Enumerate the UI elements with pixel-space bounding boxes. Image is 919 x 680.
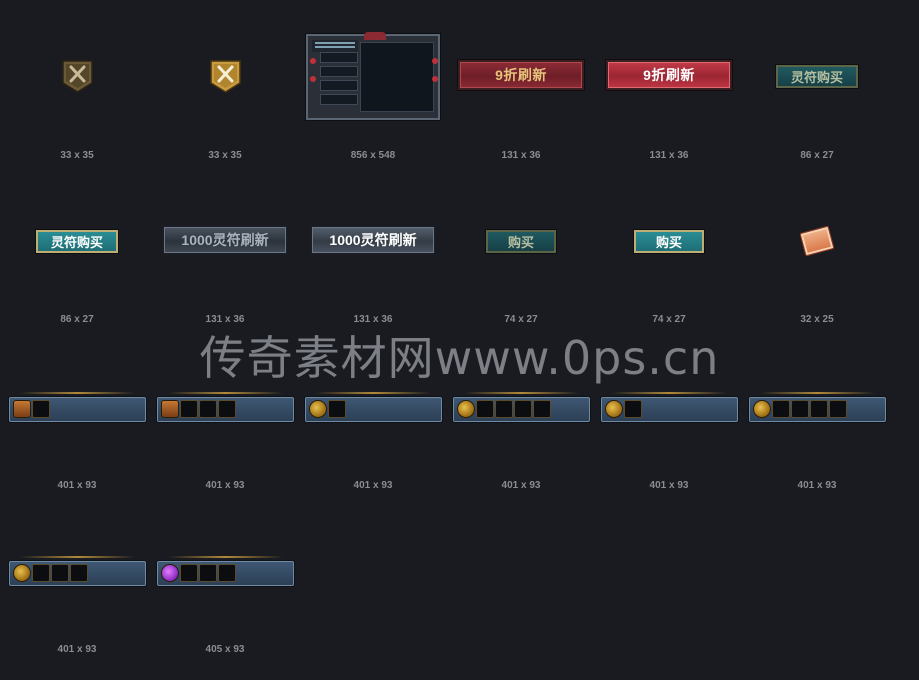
watermark: 传奇素材网www.0ps.cn xyxy=(199,331,720,385)
close-icon[interactable] xyxy=(209,59,242,94)
orb-icon xyxy=(12,400,31,418)
item-slot[interactable] xyxy=(217,564,236,582)
item-slot[interactable] xyxy=(217,400,236,418)
asset-dimensions: 401 x 93 xyxy=(353,480,393,491)
asset-dimensions: 405 x 93 xyxy=(205,644,245,655)
refresh-1000-hover-button[interactable]: 1000灵符刷新 xyxy=(310,225,436,255)
panel-header xyxy=(312,40,358,52)
slot-bar xyxy=(600,391,738,422)
asset-dimensions: 401 x 93 xyxy=(649,480,689,491)
asset-dimensions: 401 x 93 xyxy=(797,480,837,491)
item-slot[interactable] xyxy=(475,400,494,418)
item-slot[interactable] xyxy=(513,400,532,418)
slot-bar xyxy=(748,391,886,422)
slot-bar xyxy=(452,391,590,422)
asset-dimensions: 131 x 36 xyxy=(205,314,245,325)
asset-dimensions: 33 x 35 xyxy=(208,150,242,161)
orb-icon xyxy=(604,400,623,418)
item-slot[interactable] xyxy=(31,400,50,418)
buy-button[interactable]: 购买 xyxy=(486,229,556,253)
orb-icon xyxy=(456,400,475,418)
asset-dimensions: 131 x 36 xyxy=(353,314,393,325)
item-slot[interactable] xyxy=(50,564,69,582)
refresh-discount-button[interactable]: 9折刷新 xyxy=(458,60,584,90)
panel-crest xyxy=(364,32,386,40)
item-slot[interactable] xyxy=(809,400,828,418)
item-slot[interactable] xyxy=(198,564,217,582)
item-slot[interactable] xyxy=(198,400,217,418)
asset-dimensions: 401 x 93 xyxy=(205,480,245,491)
asset-dimensions: 32 x 25 xyxy=(800,314,834,325)
orb-icon xyxy=(308,400,327,418)
item-slot[interactable] xyxy=(532,400,551,418)
asset-dimensions: 74 x 27 xyxy=(504,314,538,325)
panel-view xyxy=(360,42,434,112)
slot-bar xyxy=(156,391,294,422)
close-icon[interactable] xyxy=(61,59,94,94)
orb-icon xyxy=(160,564,179,582)
slot-bar xyxy=(8,391,146,422)
panel-list xyxy=(320,52,358,110)
asset-dimensions: 401 x 93 xyxy=(57,480,97,491)
asset-dimensions: 33 x 35 xyxy=(60,150,94,161)
item-slot[interactable] xyxy=(790,400,809,418)
slot-bar xyxy=(156,555,294,586)
asset-dimensions: 401 x 93 xyxy=(57,644,97,655)
item-slot[interactable] xyxy=(31,564,50,582)
slot-bar xyxy=(304,391,442,422)
asset-dimensions: 74 x 27 xyxy=(652,314,686,325)
refresh-1000-button[interactable]: 1000灵符刷新 xyxy=(162,225,288,255)
panel-thumbnail xyxy=(306,32,440,120)
item-slot[interactable] xyxy=(771,400,790,418)
slot-bar xyxy=(8,555,146,586)
asset-dimensions: 131 x 36 xyxy=(649,150,689,161)
item-slot[interactable] xyxy=(69,564,88,582)
buy-talisman-button[interactable]: 灵符购买 xyxy=(776,64,858,88)
item-slot[interactable] xyxy=(623,400,642,418)
asset-dimensions: 856 x 548 xyxy=(350,150,396,161)
asset-dimensions: 401 x 93 xyxy=(501,480,541,491)
item-slot[interactable] xyxy=(327,400,346,418)
orb-icon xyxy=(12,564,31,582)
asset-dimensions: 86 x 27 xyxy=(800,150,834,161)
item-slot[interactable] xyxy=(828,400,847,418)
orb-icon xyxy=(160,400,179,418)
orb-icon xyxy=(752,400,771,418)
item-slot[interactable] xyxy=(179,564,198,582)
item-slot[interactable] xyxy=(179,400,198,418)
asset-dimensions: 131 x 36 xyxy=(501,150,541,161)
scroll-icon xyxy=(799,225,835,257)
asset-dimensions: 86 x 27 xyxy=(60,314,94,325)
buy-hover-button[interactable]: 购买 xyxy=(634,229,704,253)
refresh-discount-hover-button[interactable]: 9折刷新 xyxy=(606,60,732,90)
item-slot[interactable] xyxy=(494,400,513,418)
buy-talisman-hover-button[interactable]: 灵符购买 xyxy=(36,229,118,253)
